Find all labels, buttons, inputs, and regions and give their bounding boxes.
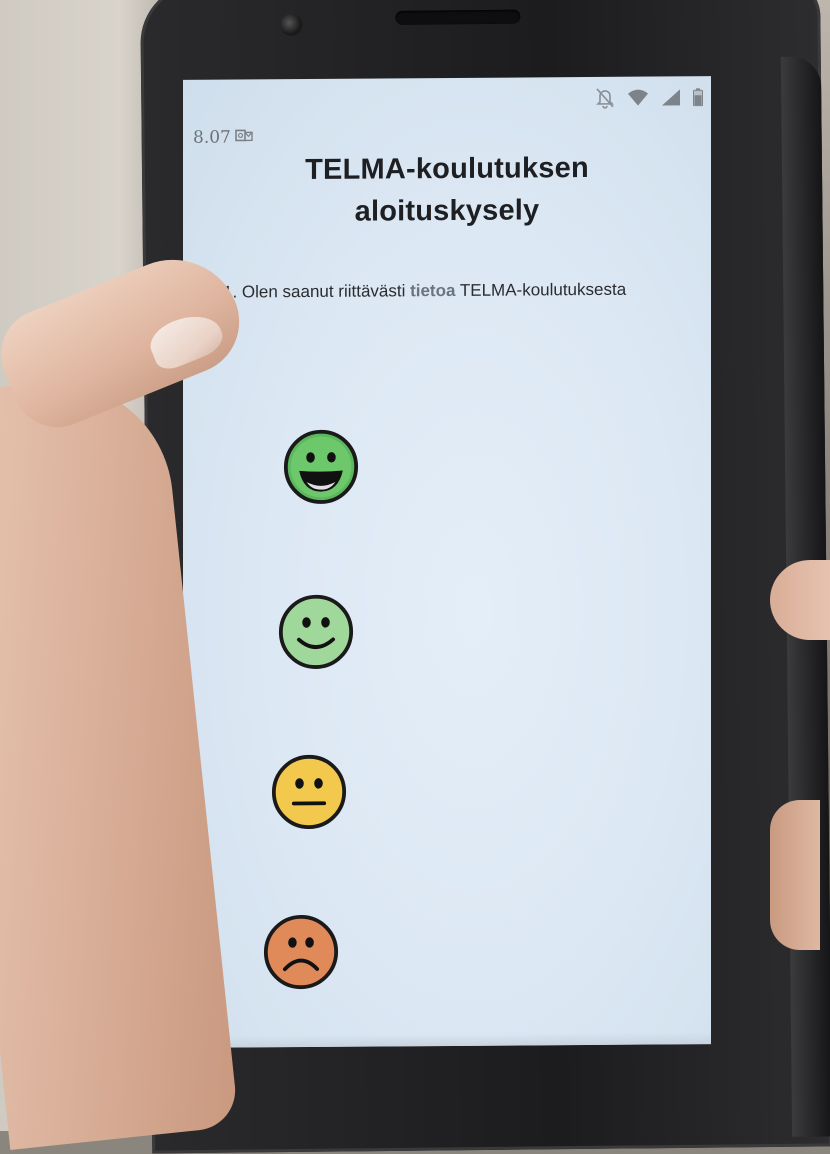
fingers-right (770, 800, 820, 950)
very-happy-face-icon (283, 429, 359, 506)
answer-sad-button[interactable] (263, 914, 339, 991)
answer-very-happy-button[interactable] (283, 429, 359, 506)
front-camera (280, 14, 302, 36)
sad-face-icon (263, 914, 339, 991)
happy-face-icon (278, 594, 354, 671)
phone-screen: 8.07 (183, 76, 711, 1048)
answer-happy-button[interactable] (278, 594, 354, 671)
earpiece-speaker (395, 10, 520, 25)
answer-neutral-button[interactable] (271, 754, 347, 831)
answer-options (183, 76, 711, 1048)
neutral-face-icon (271, 754, 347, 831)
